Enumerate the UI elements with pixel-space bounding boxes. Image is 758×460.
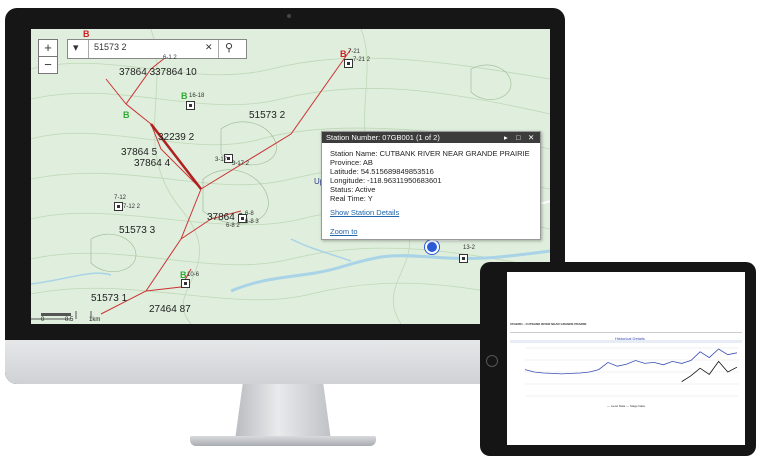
show-details-link[interactable]: Show Station Details — [330, 208, 399, 217]
chart-title-band — [510, 340, 742, 343]
camera-dot — [287, 14, 291, 18]
close-icon[interactable]: ✕ — [528, 132, 534, 143]
monitor-foot — [190, 436, 376, 446]
search-input[interactable]: 51573 2 — [94, 42, 127, 52]
station-label: 10-6 — [187, 272, 200, 278]
zoom-out-button[interactable]: − — [38, 56, 58, 74]
search-bar: ▾ 51573 2 ✕ ⚲ — [67, 39, 247, 59]
map-screen[interactable]: + − ▾ 51573 2 ✕ ⚲ 37864 3 37864 10 51573… — [31, 29, 550, 324]
scale-label: 0.5 — [65, 317, 74, 323]
scale-label: 1km — [89, 317, 101, 323]
station-name: Station Name: CUTBANK RIVER NEAR GRANDE … — [330, 149, 530, 158]
parcel-label: 27464 87 — [149, 304, 191, 315]
parcel-label: 37864 5 — [121, 147, 158, 158]
home-button[interactable] — [486, 355, 498, 367]
b-marker[interactable]: B — [83, 29, 90, 39]
parcel-label: 51573 1 — [91, 293, 128, 304]
station-popup: Station Number: 07GB001 (1 of 2) ▸ □ ✕ S… — [321, 131, 541, 240]
station-label: 13-2 — [463, 245, 476, 251]
next-icon[interactable]: ▸ — [504, 132, 508, 143]
popup-header: Station Number: 07GB001 (1 of 2) ▸ □ ✕ — [322, 132, 540, 143]
station-marker[interactable] — [459, 254, 468, 263]
parcel-label: 32239 2 — [158, 132, 195, 143]
parcel-label: 37864 3 — [119, 67, 156, 78]
parcel-label: 51573 2 — [249, 110, 286, 121]
b-marker[interactable]: B — [180, 270, 187, 280]
scale-label: 0 — [41, 317, 45, 323]
station-label: 6-8 2 — [226, 223, 240, 229]
zoom-in-button[interactable]: + — [38, 39, 58, 57]
station-label: 6-8 — [245, 211, 254, 217]
station-marker[interactable] — [181, 279, 190, 288]
station-label: 7-21 — [348, 49, 361, 55]
station-label: 3-17 — [215, 157, 228, 163]
parcel-label: 37864 4 — [134, 158, 171, 169]
zoom-to-link[interactable]: Zoom to — [330, 227, 358, 236]
monitor-stand — [235, 384, 331, 440]
station-marker[interactable] — [114, 202, 123, 211]
station-label: 3-17 2 — [232, 161, 250, 167]
station-label: 6-1 2 — [163, 55, 177, 61]
tablet-divider — [510, 332, 742, 333]
station-marker[interactable] — [344, 59, 353, 68]
longitude: Longitude: -118.96311950683601 — [330, 176, 442, 185]
close-icon[interactable]: ✕ — [205, 42, 213, 53]
chart-legend: — Level Data — Stage Data — [607, 404, 645, 408]
station-label: 6-8 3 — [245, 219, 259, 225]
b-marker[interactable]: B — [181, 91, 188, 101]
station-label: 7-12 — [114, 195, 127, 201]
station-label: 7-21 2 — [353, 57, 371, 63]
chevron-down-icon[interactable]: ▾ — [73, 41, 79, 54]
station-marker[interactable] — [186, 101, 195, 110]
realtime: Real Time: Y — [330, 194, 373, 203]
b-marker[interactable]: B — [340, 49, 347, 59]
selected-station-marker[interactable] — [425, 240, 439, 254]
search-divider-2 — [218, 40, 219, 58]
latitude: Latitude: 54.515689849853516 — [330, 167, 434, 176]
status: Status: Active — [330, 185, 376, 194]
search-divider — [88, 40, 89, 58]
b-marker[interactable]: B — [123, 110, 130, 120]
popup-title: Station Number: 07GB001 (1 of 2) — [326, 133, 440, 142]
parcel-label: 37864 10 — [155, 67, 197, 78]
search-icon[interactable]: ⚲ — [225, 41, 233, 54]
province: Province: AB — [330, 158, 373, 167]
parcel-label: 51573 3 — [119, 225, 156, 236]
tablet-header: 07GB001 - CUTBANK RIVER NEAR GRANDE PRAI… — [510, 322, 587, 326]
series-line-0 — [524, 348, 738, 375]
maximize-icon[interactable]: □ — [516, 132, 521, 143]
station-label: 7-12 2 — [123, 204, 141, 210]
tablet-screen: 07GB001 - CUTBANK RIVER NEAR GRANDE PRAI… — [507, 272, 745, 445]
station-label: 16-18 — [189, 93, 205, 99]
series-line-1 — [681, 360, 738, 382]
chart-plot — [524, 347, 739, 397]
